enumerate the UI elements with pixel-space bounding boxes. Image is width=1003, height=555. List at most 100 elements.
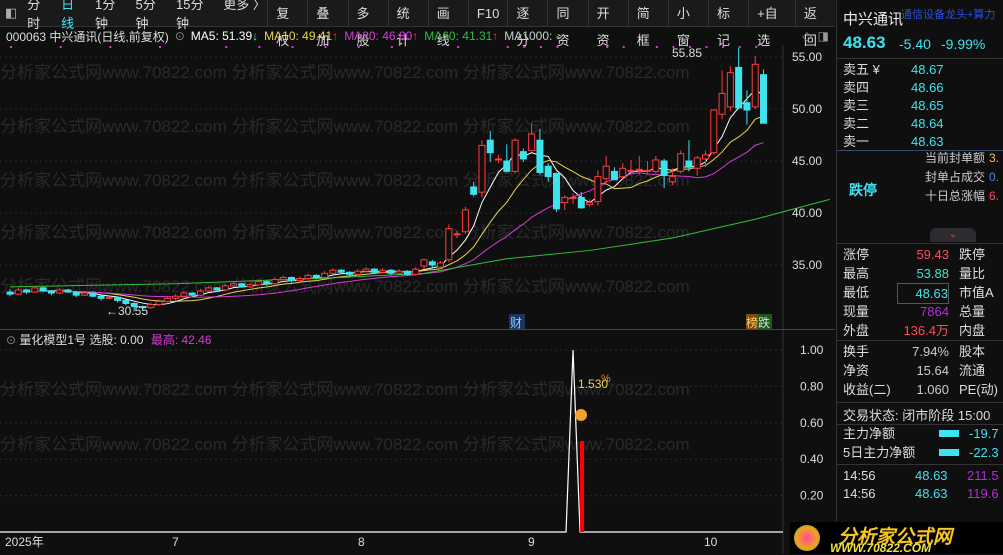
panel-toggle-icon[interactable]: ◧ <box>0 5 22 21</box>
indicator-y-label: 0.80 <box>800 379 824 393</box>
indicator-y-label: 1.00 <box>800 343 824 357</box>
toolbar-button[interactable]: 画线 <box>427 0 468 48</box>
x-axis-label: 10 <box>704 535 718 549</box>
candle <box>114 296 122 303</box>
candle <box>304 273 312 280</box>
candle <box>72 291 80 298</box>
diamond-icon[interactable]: ◇ <box>802 29 811 43</box>
candle <box>379 268 387 274</box>
toolbar-button[interactable]: 逐分 <box>507 0 547 48</box>
y-tick-label: 50.00 <box>792 102 822 116</box>
candle <box>64 288 72 294</box>
candle <box>246 282 254 288</box>
pane-divider[interactable] <box>0 329 835 330</box>
candle-body <box>147 304 155 309</box>
ask-price: 48.64 <box>911 116 944 131</box>
candle-body <box>39 287 47 292</box>
flow-bar <box>939 430 959 437</box>
candle <box>56 287 64 295</box>
candle-body <box>743 102 751 111</box>
flow-label: 5日主力净额 <box>843 445 916 460</box>
stat-label: 净资 <box>843 363 870 378</box>
candle-body <box>495 158 503 161</box>
candle-body <box>155 300 163 306</box>
kline-chart[interactable]: 55.0050.0045.0040.0035.0055.85←30.55财榜跌 … <box>0 45 835 554</box>
stat-label: 量比 <box>959 266 986 281</box>
toolbar-button[interactable]: 简框 <box>627 0 668 48</box>
candle-body <box>751 63 759 108</box>
stats2-row: 收益(二) 1.060 PE(动) <box>843 380 1003 399</box>
indicator-toggle-icon[interactable]: ⊙ <box>6 333 16 347</box>
candle <box>470 181 478 197</box>
candle-body <box>312 274 320 278</box>
candle <box>6 288 14 297</box>
ma60-line <box>9 198 830 288</box>
ask-label: 卖五 ¥ <box>843 62 880 77</box>
candle-body <box>64 289 72 293</box>
indicator-line <box>0 349 783 533</box>
candle <box>503 144 511 173</box>
toolbar-button[interactable]: 返回 <box>794 0 835 48</box>
candle <box>321 271 329 279</box>
candle <box>39 286 47 293</box>
toolbar-button[interactable]: 标记 <box>707 0 748 48</box>
candle <box>461 206 469 234</box>
ma10-line <box>9 115 764 302</box>
candle-body <box>486 139 494 154</box>
toolbar-button[interactable]: 叠加 <box>307 0 347 48</box>
toolbar-button[interactable]: 开资 <box>587 0 628 48</box>
candle <box>288 276 296 283</box>
indicator-y-label: 0.20 <box>800 489 824 503</box>
list-marker-label: 榜 <box>746 315 758 330</box>
toolbar-button[interactable]: 统计 <box>387 0 428 48</box>
ma5-value: MA5: 51.39 <box>190 29 253 43</box>
layout-icon[interactable]: ◨ <box>818 29 829 43</box>
signal-dot <box>556 46 559 48</box>
candle-body <box>105 296 113 299</box>
candle-body <box>14 289 22 295</box>
candle <box>230 281 238 287</box>
candle <box>47 289 55 296</box>
ask-price: 48.66 <box>911 80 944 95</box>
price-change: -5.40 <box>899 36 931 52</box>
stat-value: 1.060 <box>916 382 949 397</box>
toolbar-button[interactable]: 同资 <box>547 0 587 48</box>
toolbar-button[interactable]: F10 <box>467 0 507 27</box>
toolbar: ◧ 分时 日线 1分钟 5分钟 15分钟 更多 〉 复权 叠加 多股 统计 画线 F10 逐分 同资 开资… <box>0 0 835 48</box>
signal-dot <box>109 46 112 48</box>
signal-dot <box>10 46 12 48</box>
stats-row: 最高 53.88 量比 <box>843 264 1003 283</box>
y-tick-label: 40.00 <box>792 206 822 220</box>
stats-row: 现量 7864 总量 <box>843 302 1003 321</box>
candle <box>718 70 726 120</box>
candle-body <box>461 209 469 233</box>
toolbar-button[interactable]: 复权 <box>267 0 307 48</box>
toolbar-button[interactable]: +自选 <box>748 0 795 48</box>
flow-value: -22.3 <box>969 445 999 460</box>
candle <box>652 155 660 174</box>
legend-toggle-icon[interactable]: ⊙ <box>175 29 185 43</box>
smiley-icon <box>575 409 588 421</box>
candle <box>354 269 362 276</box>
signal-dot <box>225 46 228 48</box>
signal-dot <box>539 46 542 48</box>
candle <box>420 258 428 270</box>
candle <box>627 159 635 173</box>
stat-label: 涨停 <box>843 247 870 262</box>
stats2-row: 净资 15.64 流通 <box>843 361 1003 380</box>
candle-body <box>163 297 171 302</box>
candle <box>536 128 544 175</box>
toolbar-button[interactable]: 多股 <box>347 0 388 48</box>
candle <box>726 66 734 112</box>
collapse-chevron-icon[interactable]: ⌄ <box>930 228 976 242</box>
candle-body <box>230 283 238 287</box>
candle-body <box>47 290 55 294</box>
toolbar-button[interactable]: 小窗 <box>667 0 708 48</box>
ma20-arrow-icon: ↑ <box>412 29 419 43</box>
candle <box>677 150 685 174</box>
candle <box>702 150 710 168</box>
candle <box>238 282 246 288</box>
ma5-arrow-icon: ↓ <box>252 29 259 43</box>
candle-body <box>710 109 718 154</box>
candle-body <box>644 169 652 172</box>
